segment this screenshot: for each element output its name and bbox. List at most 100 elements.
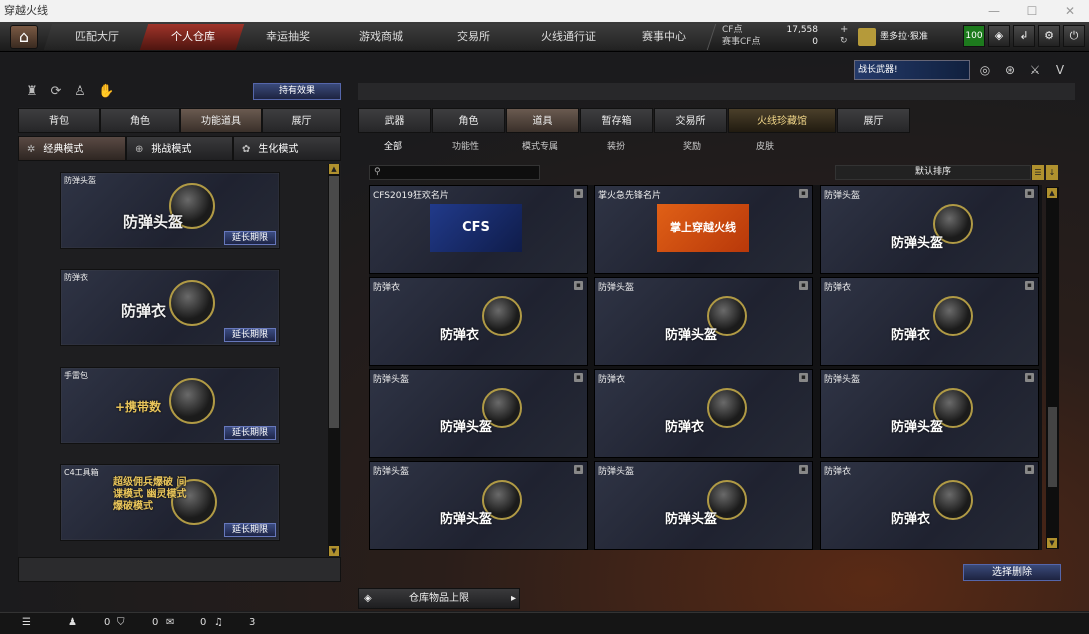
home-icon[interactable]: ⌂ [10,25,38,49]
warehouse-capacity-button[interactable]: ◈ 仓库物品上限 ▸ [358,588,520,609]
extend-button[interactable]: 延长期限 [224,523,276,537]
tab-event-center[interactable]: 赛事中心 [611,24,717,50]
tab-personal-warehouse[interactable]: 个人仓库 [139,24,247,50]
zombie-mode-icon: ✿ [242,144,251,155]
level-badge: 100 [963,25,985,47]
promo-banner[interactable]: 战长武器! [854,60,970,80]
effects-button[interactable]: 持有效果 [253,83,341,100]
tab-storage[interactable]: 暂存箱 [580,108,653,133]
extend-button[interactable]: 延长期限 [224,328,276,342]
tab-store[interactable]: 游戏商城 [329,24,433,50]
add-cf-icon[interactable]: + [840,24,848,35]
item-grid: CFS2019狂欢名片 ▪ CFS 掌火急先锋名片 ▪ 掌上穿越火线 防弹头盔 ▪ 防… [369,185,1042,550]
subtab-dressup[interactable]: 装扮 [607,139,625,152]
tab-match-lobby[interactable]: 匹配大厅 [43,24,151,50]
lock-icon: ▪ [799,373,808,382]
close-button[interactable]: ✕ [1051,0,1089,22]
minimize-button[interactable]: — [975,0,1013,22]
character-icon[interactable]: ♙ [72,84,88,100]
right-header-strip [358,83,1075,100]
lock-icon: ▪ [1025,373,1034,382]
sort-order-icon[interactable]: ↓ [1046,165,1058,180]
scroll-thumb[interactable] [1048,407,1057,487]
item-card[interactable]: 防弹头盔 ▪ 防弹头盔 [594,277,813,366]
scroll-down-icon[interactable]: ▼ [1047,538,1057,548]
item-card-c4-toolbox[interactable]: C4工具箱 超级佣兵爆破 间谍模式 幽灵模式 爆破模式 延长期限 [60,464,280,541]
rank-icon [858,27,876,46]
ranking-icon[interactable]: ♜ [24,84,40,100]
right-scrollbar[interactable]: ▲ ▼ [1046,187,1059,549]
chat-icon[interactable]: ✉ [166,617,174,628]
subtab-skins[interactable]: 皮肤 [756,139,774,152]
tab-trade[interactable]: 交易所 [654,108,727,133]
tab-weapons[interactable]: 武器 [358,108,431,133]
subtab-rewards[interactable]: 奖励 [683,139,701,152]
mode-challenge[interactable]: ⊕ 挑战模式 [126,136,233,161]
item-card[interactable]: CFS2019狂欢名片 ▪ CFS [369,185,588,274]
item-card[interactable]: 防弹衣 ▪ 防弹衣 [820,277,1039,366]
tab-showroom[interactable]: 展厅 [262,108,341,133]
gear-icon[interactable]: ⚙ [1038,25,1060,47]
scroll-up-icon[interactable]: ▲ [329,164,339,174]
shield-status-icon[interactable]: ⛉ [117,617,125,628]
scroll-up-icon[interactable]: ▲ [1047,188,1057,198]
refresh-icon[interactable]: ↻ [840,36,848,46]
maximize-button[interactable]: ☐ [1013,0,1051,22]
power-icon[interactable]: ⏻ [1063,25,1085,47]
v-icon[interactable]: V [1052,62,1068,78]
bag-icon[interactable]: ✋ [98,84,114,100]
tab-character[interactable]: 角色 [100,108,180,133]
subtab-all[interactable]: 全部 [384,139,402,152]
tab-function-items[interactable]: 功能道具 [180,108,262,133]
badge-icon[interactable]: ◎ [977,62,993,78]
item-card-helmet[interactable]: 防弹头盔 防弹头盔 延长期限 [60,172,280,249]
reload-icon[interactable]: ⟳ [48,84,64,100]
lock-icon: ▪ [799,281,808,290]
item-card[interactable]: 防弹头盔 ▪ 防弹头盔 [369,369,588,458]
extend-button[interactable]: 延长期限 [224,231,276,245]
item-card[interactable]: 防弹头盔 ▪ 防弹头盔 [820,369,1039,458]
item-card[interactable]: 防弹头盔 ▪ 防弹头盔 [369,461,588,550]
scroll-thumb[interactable] [329,176,339,428]
item-card-vest[interactable]: 防弹衣 防弹衣 延长期限 [60,269,280,346]
subtab-mode-specific[interactable]: 模式专属 [522,139,558,152]
search-icon: ⚲ [374,167,381,177]
select-delete-button[interactable]: 选择删除 [963,564,1061,581]
list-view-icon[interactable]: ☰ [1032,165,1044,180]
item-card[interactable]: 防弹头盔 ▪ 防弹头盔 [820,185,1039,274]
friends-icon[interactable]: ♟ [68,617,77,628]
sort-dropdown[interactable]: 默认排序 [835,165,1031,180]
user-info[interactable]: 墨多拉·狠准 [858,25,958,49]
target-icon[interactable]: ⊛ [1002,62,1018,78]
status-bar: ☰ ♟ 0 ⛉ 0 ✉ 0 ♫ 3 [0,612,1089,634]
speaker-icon[interactable]: ♫ [214,617,223,628]
challenge-mode-icon: ⊕ [135,144,144,155]
tab-characters[interactable]: 角色 [432,108,505,133]
tab-battle-pass[interactable]: 火线通行证 [515,24,623,50]
mode-zombie[interactable]: ✿ 生化模式 [233,136,341,161]
scroll-down-icon[interactable]: ▼ [329,546,339,556]
exit-icon[interactable]: ↲ [1013,25,1035,47]
item-card-grenade-pack[interactable]: 手雷包 +携带数 延长期限 [60,367,280,444]
menu-icon[interactable]: ☰ [22,617,31,628]
item-card[interactable]: 防弹衣 ▪ 防弹衣 [369,277,588,366]
tab-items[interactable]: 道具 [506,108,579,133]
item-card[interactable]: 防弹衣 ▪ 防弹衣 [594,369,813,458]
window-title: 穿越火线 [4,4,48,17]
item-card[interactable]: 掌火急先锋名片 ▪ 掌上穿越火线 [594,185,813,274]
tab-backpack[interactable]: 背包 [18,108,100,133]
cf-value: 17,558 [786,25,819,35]
item-card[interactable]: 防弹衣 ▪ 防弹衣 [820,461,1039,550]
shield-icon[interactable]: ◈ [988,25,1010,47]
left-scrollbar[interactable]: ▲ ▼ [328,164,340,556]
item-card[interactable]: 防弹头盔 ▪ 防弹头盔 [594,461,813,550]
search-input[interactable]: ⚲ [369,165,540,180]
tab-showroom-right[interactable]: 展厅 [837,108,910,133]
tab-exchange[interactable]: 交易所 [421,24,527,50]
sword-icon[interactable]: ⚔ [1027,62,1043,78]
tab-lucky-draw[interactable]: 幸运抽奖 [235,24,341,50]
tab-collection[interactable]: 火线珍藏馆 [728,108,836,133]
mode-classic[interactable]: ✲ 经典模式 [18,136,126,161]
subtab-functional[interactable]: 功能性 [452,139,479,152]
extend-button[interactable]: 延长期限 [224,426,276,440]
